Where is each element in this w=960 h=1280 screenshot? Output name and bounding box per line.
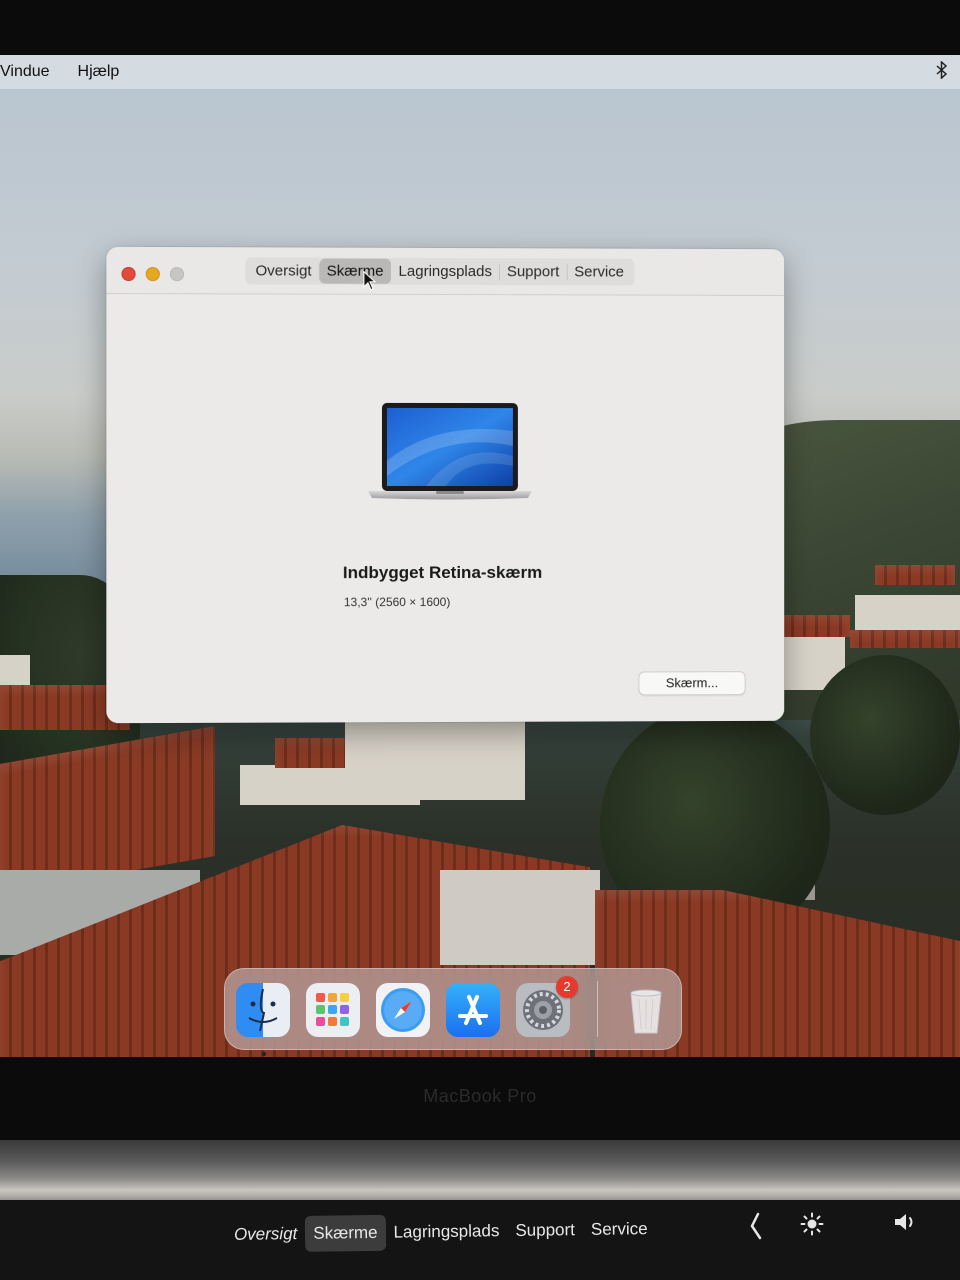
menu-bar: Vindue Hjælp (0, 55, 960, 89)
app-store-icon[interactable] (446, 983, 500, 1037)
menu-item-help[interactable]: Hjælp (78, 63, 120, 81)
tab-storage[interactable]: Lagringsplads (392, 259, 499, 284)
wallpaper-house (345, 720, 525, 800)
mouse-cursor-icon (363, 271, 377, 291)
touchbar-item-displays[interactable]: Skærme (305, 1215, 386, 1252)
display-name: Indbygget Retina-skærm (343, 563, 542, 583)
tab-support[interactable]: Support (500, 259, 566, 284)
system-preferences-icon[interactable]: 2 (516, 983, 570, 1037)
displays-panel: Indbygget Retina-skærm 13,3'' (2560 × 16… (106, 294, 784, 723)
touchbar-item-overview[interactable]: Oversigt (226, 1216, 306, 1253)
notification-badge: 2 (556, 976, 578, 998)
bluetooth-icon[interactable] (936, 61, 948, 84)
tab-overview[interactable]: Oversigt (248, 258, 318, 283)
trash-icon[interactable] (619, 983, 673, 1037)
brightness-icon[interactable] (800, 1212, 824, 1242)
finder-running-indicator (262, 1052, 266, 1056)
dock: 2 (224, 968, 682, 1050)
desktop-screen: Vindue Hjælp Oversigt Skærme Lagringspla… (0, 55, 960, 1057)
touchbar-item-service[interactable]: Service (583, 1211, 656, 1248)
tab-displays[interactable]: Skærme (320, 259, 391, 284)
zoom-button[interactable] (170, 267, 184, 281)
touchbar-item-support[interactable]: Support (507, 1212, 583, 1249)
display-resolution: 13,3'' (2560 × 1600) (344, 595, 450, 609)
display-settings-button[interactable]: Skærm... (638, 671, 745, 695)
laptop-display-icon (366, 401, 534, 501)
macbook-bezel-label: MacBook Pro (0, 1086, 960, 1107)
tab-service[interactable]: Service (567, 259, 631, 284)
dock-separator (597, 981, 598, 1037)
wallpaper-roof (875, 565, 955, 585)
window-titlebar: Oversigt Skærme Lagringsplads Support Se… (106, 247, 784, 296)
launchpad-icon[interactable] (306, 983, 360, 1037)
touch-bar: Oversigt Skærme Lagringsplads Support Se… (0, 1200, 960, 1280)
close-button[interactable] (121, 267, 135, 281)
volume-icon[interactable] (893, 1210, 921, 1240)
menu-item-window[interactable]: Vindue (0, 63, 50, 81)
minimize-button[interactable] (146, 267, 160, 281)
finder-icon[interactable] (236, 983, 290, 1037)
tab-bar: Oversigt Skærme Lagringsplads Support Se… (245, 257, 634, 285)
wallpaper-tree (810, 655, 960, 815)
wallpaper-roof (850, 630, 960, 648)
about-this-mac-window: Oversigt Skærme Lagringsplads Support Se… (106, 247, 784, 723)
wallpaper-house (440, 870, 600, 965)
safari-icon[interactable] (376, 983, 430, 1037)
touchbar-item-storage[interactable]: Lagringsplads (385, 1213, 507, 1251)
chevron-left-icon[interactable] (748, 1212, 762, 1246)
